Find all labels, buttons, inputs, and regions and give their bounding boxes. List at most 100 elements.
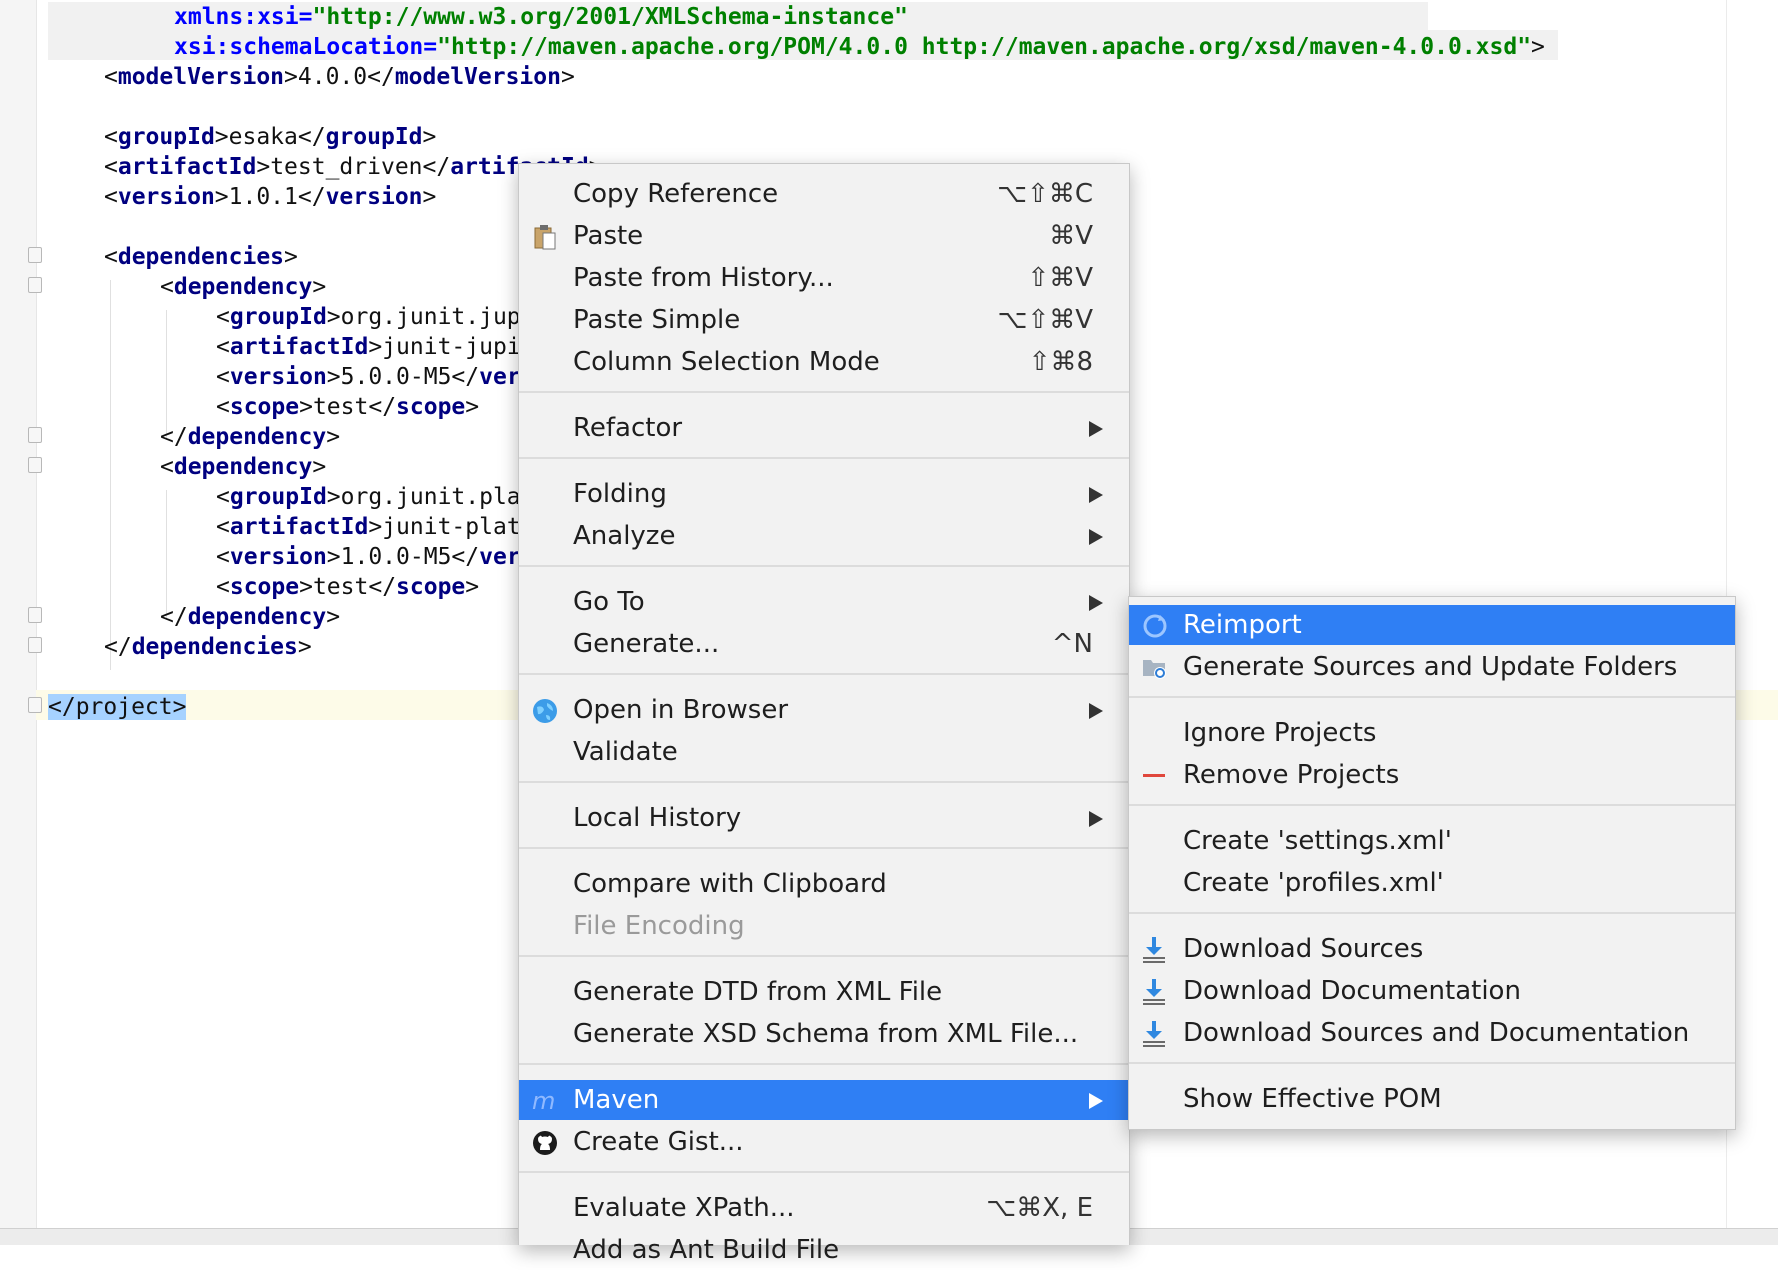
code-token: dependencies: [131, 634, 298, 660]
code-token: >: [284, 244, 298, 270]
menu-item-folding[interactable]: Folding: [519, 474, 1129, 514]
menu-item-paste-simple[interactable]: Paste Simple ⌥⇧⌘V: [519, 300, 1129, 340]
menu-separator: [519, 673, 1129, 675]
globe-icon: [531, 697, 559, 723]
code-line[interactable]: xmlns:xsi="http://www.w3.org/2001/XMLSch…: [174, 2, 908, 32]
menu-item-label: Reimport: [1183, 610, 1302, 640]
shortcut-label: ^N: [1051, 629, 1093, 659]
menu-item-paste[interactable]: Paste ⌘V: [519, 216, 1129, 256]
menu-item-label: Generate Sources and Update Folders: [1183, 652, 1678, 682]
code-token: dependency: [187, 604, 327, 630]
menu-item-paste-from-history[interactable]: Paste from History... ⇧⌘V: [519, 258, 1129, 298]
menu-item-generate-xsd-schema-from-xml-file[interactable]: Generate XSD Schema from XML File...: [519, 1014, 1129, 1054]
code-line[interactable]: </dependencies>: [104, 632, 312, 662]
code-line[interactable]: <dependency>: [160, 452, 326, 482]
fold-marker[interactable]: [28, 637, 42, 653]
code-line[interactable]: <dependencies>: [104, 242, 298, 272]
menu-item-reimport[interactable]: Reimport: [1129, 605, 1735, 645]
fold-marker[interactable]: [28, 277, 42, 293]
submenu-arrow-icon: [1089, 595, 1103, 611]
code-token: "http://maven.apache.org/POM/4.0.0 http:…: [437, 34, 1532, 60]
submenu-arrow-icon: [1089, 421, 1103, 437]
indent-guide: [110, 280, 111, 670]
fold-marker[interactable]: [28, 247, 42, 263]
code-token: >junit-plat: [368, 514, 521, 540]
code-token: groupId: [325, 124, 423, 150]
code-token: <: [216, 394, 230, 420]
folder-refresh-icon: [1141, 654, 1169, 680]
download-icon: [1141, 936, 1169, 963]
menu-item-label: Download Sources and Documentation: [1183, 1018, 1690, 1048]
menu-item-label: Go To: [573, 587, 645, 617]
code-line[interactable]: <scope>test</scope>: [216, 392, 479, 422]
menu-item-compare-with-clipboard[interactable]: Compare with Clipboard: [519, 864, 1129, 904]
code-token: </: [160, 424, 188, 450]
maven-submenu: Reimport Generate Sources and Update Fold…: [1128, 596, 1736, 1130]
menu-separator: [519, 391, 1129, 393]
code-token: >1.0.1</: [214, 184, 326, 210]
menu-item-validate[interactable]: Validate: [519, 732, 1129, 772]
code-token: >: [422, 124, 437, 150]
menu-item-local-history[interactable]: Local History: [519, 798, 1129, 838]
menu-item-column-selection-mode[interactable]: Column Selection Mode ⇧⌘8: [519, 342, 1129, 382]
menu-item-label: Remove Projects: [1183, 760, 1400, 790]
code-token: version: [229, 364, 327, 390]
menu-item-show-effective-pom[interactable]: Show Effective POM: [1129, 1079, 1735, 1119]
download-icon: [1141, 978, 1169, 1005]
code-line[interactable]: </project>: [48, 692, 187, 722]
code-token: dependencies: [117, 244, 285, 270]
code-token: ver: [479, 364, 521, 390]
fold-marker[interactable]: [28, 427, 42, 443]
menu-item-label: Validate: [573, 737, 678, 767]
code-line[interactable]: </dependency>: [160, 422, 340, 452]
menu-item-add-as-ant-build-file[interactable]: Add as Ant Build File: [519, 1230, 1129, 1270]
fold-marker[interactable]: [28, 697, 42, 713]
menu-item-analyze[interactable]: Analyze: [519, 516, 1129, 556]
code-line[interactable]: <scope>test</scope>: [216, 572, 479, 602]
menu-item-create-profiles-xml[interactable]: Create 'profiles.xml': [1129, 863, 1735, 903]
code-token: >test</: [299, 574, 397, 600]
menu-item-copy-reference[interactable]: Copy Reference ⌥⇧⌘C: [519, 174, 1129, 214]
menu-item-label: Add as Ant Build File: [573, 1235, 840, 1265]
menu-item-generate-dtd-from-xml-file[interactable]: Generate DTD from XML File: [519, 972, 1129, 1012]
svg-text:m: m: [532, 1087, 555, 1115]
menu-item-download-sources[interactable]: Download Sources: [1129, 929, 1735, 969]
menu-item-remove-projects[interactable]: Remove Projects: [1129, 755, 1735, 795]
menu-item-label: Paste: [573, 221, 644, 251]
code-line[interactable]: </dependency>: [160, 602, 340, 632]
code-token: artifactId: [229, 514, 369, 540]
code-line[interactable]: xsi:schemaLocation="http://maven.apache.…: [174, 32, 1545, 62]
menu-item-go-to[interactable]: Go To: [519, 582, 1129, 622]
menu-item-ignore-projects[interactable]: Ignore Projects: [1129, 713, 1735, 753]
maven-icon: m: [531, 1087, 559, 1115]
menu-item-evaluate-xpath[interactable]: Evaluate XPath... ⌥⌘X, E: [519, 1188, 1129, 1228]
menu-item-open-in-browser[interactable]: Open in Browser: [519, 690, 1129, 730]
shortcut-label: ⌘V: [1049, 221, 1093, 251]
menu-item-label: File Encoding: [573, 911, 745, 941]
code-line[interactable]: <dependency>: [160, 272, 326, 302]
menu-item-maven[interactable]: m Maven: [519, 1080, 1129, 1120]
code-token: artifactId: [117, 154, 257, 180]
indent-guide: [166, 310, 167, 440]
code-token: dependency: [173, 274, 313, 300]
menu-separator: [1129, 696, 1735, 698]
fold-marker[interactable]: [28, 607, 42, 623]
menu-item-create-settings-xml[interactable]: Create 'settings.xml': [1129, 821, 1735, 861]
menu-item-generate[interactable]: Generate... ^N: [519, 624, 1129, 664]
menu-item-refactor[interactable]: Refactor: [519, 408, 1129, 448]
code-line[interactable]: <groupId>esaka</groupId>: [104, 122, 436, 152]
menu-item-label: Evaluate XPath...: [573, 1193, 795, 1223]
code-line[interactable]: <modelVersion>4.0.0</modelVersion>: [104, 62, 575, 92]
menu-item-download-sources-and-documentation[interactable]: Download Sources and Documentation: [1129, 1013, 1735, 1053]
menu-item-label: Download Sources: [1183, 934, 1424, 964]
menu-separator: [519, 955, 1129, 957]
menu-item-label: Folding: [573, 479, 667, 509]
code-line[interactable]: <version>1.0.1</version>: [104, 182, 436, 212]
menu-item-label: Generate XSD Schema from XML File...: [573, 1019, 1079, 1049]
menu-item-generate-sources-and-update-folders[interactable]: Generate Sources and Update Folders: [1129, 647, 1735, 687]
menu-item-create-gist[interactable]: Create Gist...: [519, 1122, 1129, 1162]
menu-separator: [519, 1063, 1129, 1065]
menu-item-download-documentation[interactable]: Download Documentation: [1129, 971, 1735, 1011]
fold-marker[interactable]: [28, 457, 42, 473]
shortcut-label: ⌥⇧⌘C: [997, 179, 1093, 209]
